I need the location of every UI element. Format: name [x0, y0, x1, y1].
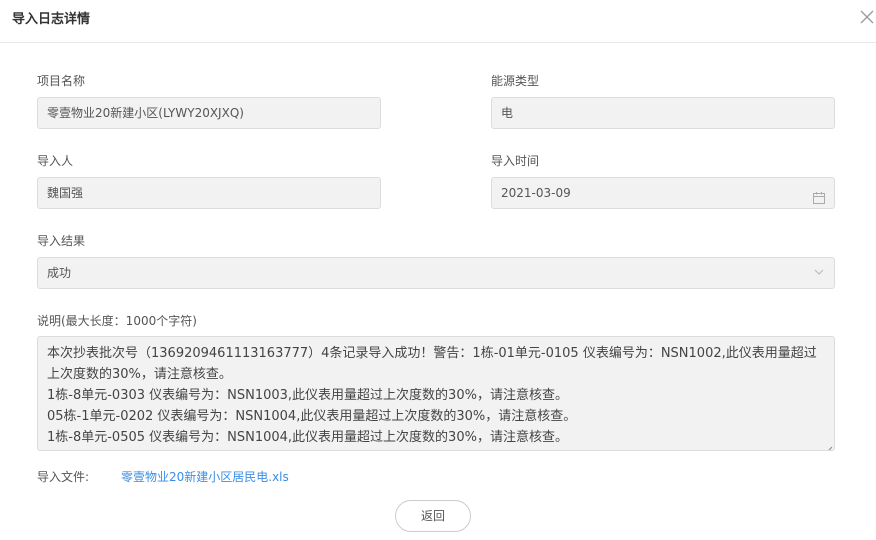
import-result-select: 成功	[37, 257, 835, 289]
project-name-field: 零壹物业20新建小区(LYWY20XJXQ)	[37, 97, 381, 129]
close-icon[interactable]	[858, 8, 876, 26]
description-line: 05栋-1单元-0202 仪表编号为：NSN1004,此仪表用量超过上次度数的3…	[47, 409, 577, 424]
description-textarea: 本次抄表批次号（1369209461113163777）4条记录导入成功！警告：…	[37, 336, 835, 451]
resize-grip-icon[interactable]	[824, 440, 833, 450]
description-label: 说明(最大长度：1000个字符)	[37, 314, 197, 328]
dialog-header: 导入日志详情	[0, 0, 876, 43]
importer-field: 魏国强	[37, 177, 381, 209]
import-file-link[interactable]: 零壹物业20新建小区居民电.xls	[121, 468, 289, 485]
calendar-icon	[812, 186, 826, 204]
chevron-down-icon	[812, 260, 826, 275]
project-name-label: 项目名称	[37, 74, 86, 88]
energy-type-field: 电	[491, 97, 835, 129]
import-file-label: 导入文件:	[37, 470, 90, 484]
import-time-label: 导入时间	[491, 154, 540, 168]
import-result-value: 成功	[47, 266, 72, 280]
dialog-title: 导入日志详情	[12, 12, 91, 27]
import-time-field: 2021-03-09	[491, 177, 835, 209]
importer-label: 导入人	[37, 154, 74, 168]
description-line: 1栋-8单元-0505 仪表编号为：NSN1004,此仪表用量超过上次度数的30…	[47, 430, 568, 445]
import-time-value: 2021-03-09	[501, 186, 571, 200]
back-button[interactable]: 返回	[395, 500, 471, 532]
import-result-label: 导入结果	[37, 234, 86, 248]
energy-type-label: 能源类型	[491, 74, 540, 88]
import-log-dialog: 导入日志详情 项目名称 零壹物业20新建小区(LYWY20XJXQ) 能源类型 …	[0, 0, 876, 540]
description-line: 本次抄表批次号（1369209461113163777）4条记录导入成功！警告：…	[47, 346, 817, 382]
description-line: 1栋-8单元-0303 仪表编号为：NSN1003,此仪表用量超过上次度数的30…	[47, 388, 568, 403]
